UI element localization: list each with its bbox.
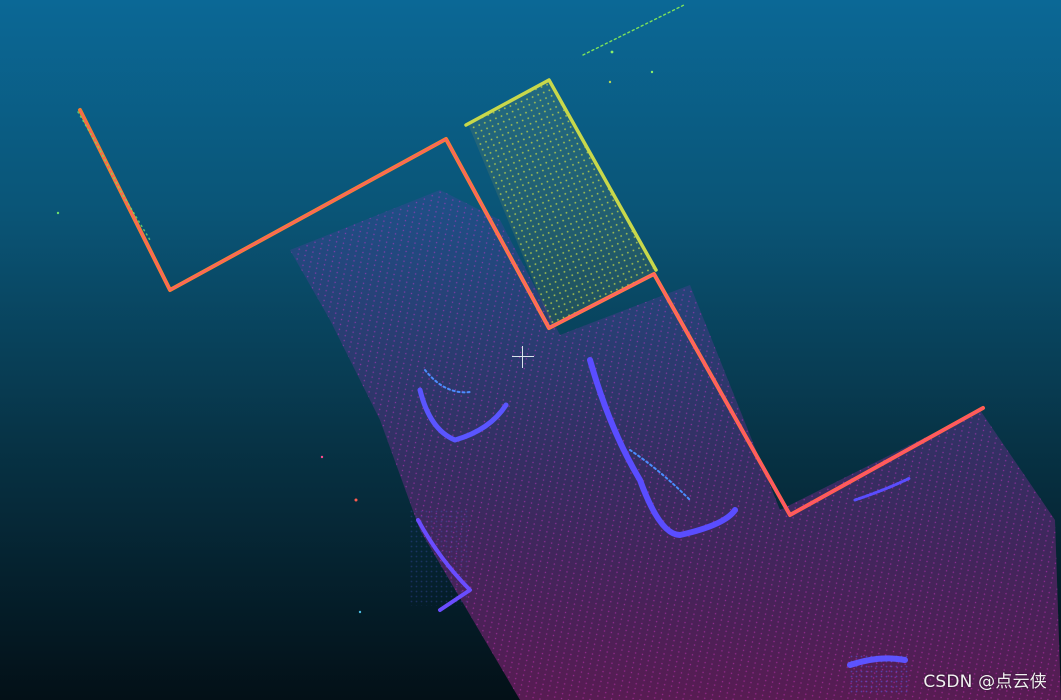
point-cloud-viewer[interactable]: CSDN @点云侠 <box>0 0 1061 700</box>
watermark: CSDN @点云侠 <box>923 672 1047 692</box>
ground-points <box>290 190 1061 700</box>
crosshair-icon <box>512 346 534 368</box>
